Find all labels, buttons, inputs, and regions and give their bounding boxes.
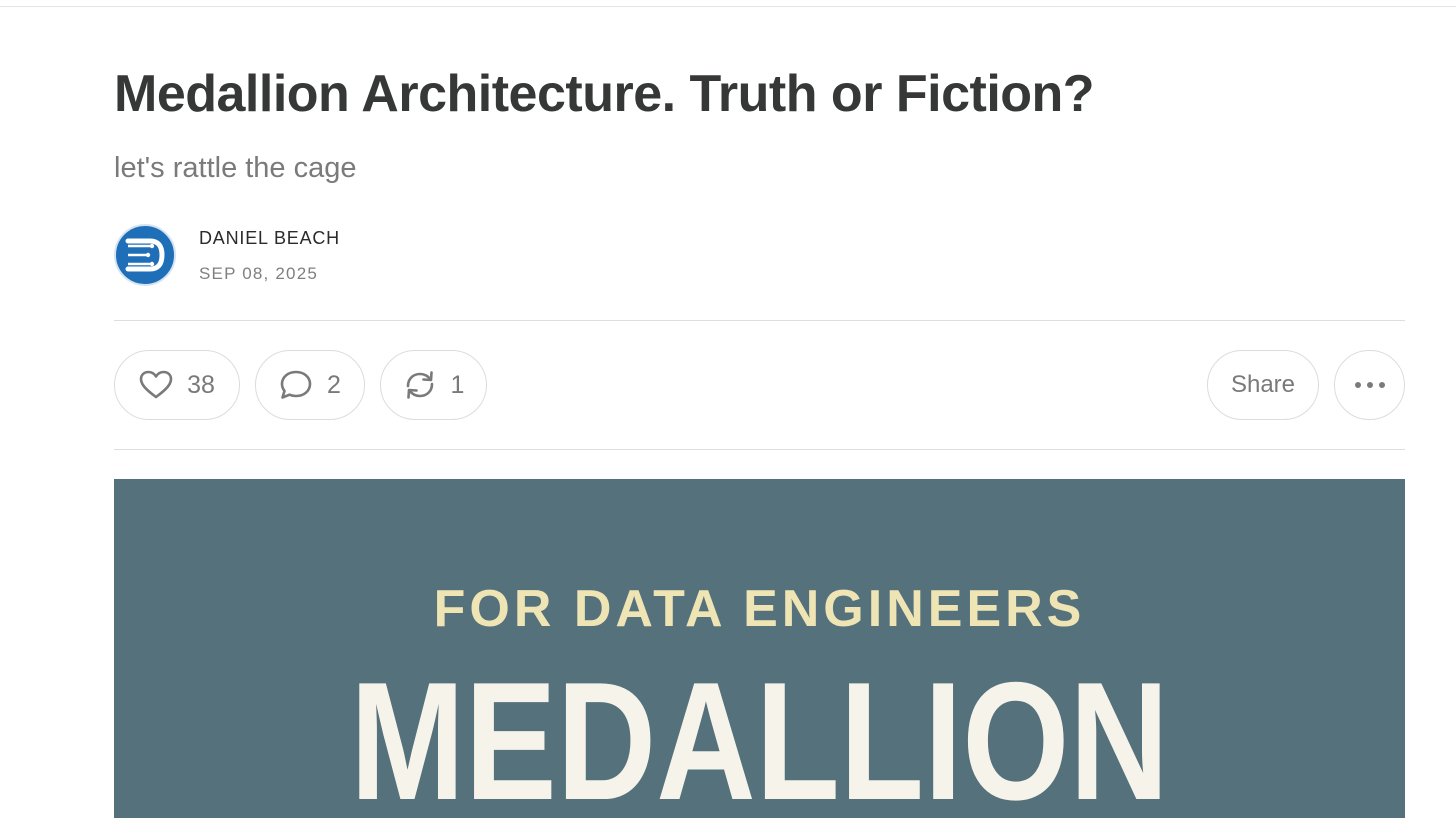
author-name[interactable]: DANIEL BEACH — [199, 228, 340, 249]
byline-divider — [114, 320, 1405, 321]
author-avatar[interactable] — [114, 224, 176, 286]
ellipsis-icon — [1354, 381, 1386, 389]
actions-divider — [114, 449, 1405, 450]
post-date: SEP 08, 2025 — [199, 264, 319, 283]
post-title: Medallion Architecture. Truth or Fiction… — [114, 65, 1095, 123]
comment-button[interactable]: 2 — [255, 350, 365, 420]
restack-count: 1 — [450, 370, 465, 399]
hero-title: MEDALLION — [350, 647, 1169, 818]
like-count: 38 — [187, 370, 215, 399]
author-logo-icon — [125, 238, 165, 272]
restack-button[interactable]: 1 — [380, 350, 487, 420]
restack-arrows-icon — [403, 369, 437, 401]
article: Medallion Architecture. Truth or Fiction… — [114, 0, 1405, 818]
more-options-button[interactable] — [1334, 350, 1405, 420]
like-button[interactable]: 38 — [114, 350, 240, 420]
post-subtitle: let's rattle the cage — [114, 152, 357, 184]
share-button[interactable]: Share — [1207, 350, 1319, 420]
comment-bubble-icon — [279, 369, 313, 401]
comment-count: 2 — [327, 370, 341, 399]
hero-image: FOR DATA ENGINEERS MEDALLION — [114, 479, 1405, 818]
hero-kicker: FOR DATA ENGINEERS — [433, 580, 1086, 638]
heart-icon — [139, 370, 173, 400]
